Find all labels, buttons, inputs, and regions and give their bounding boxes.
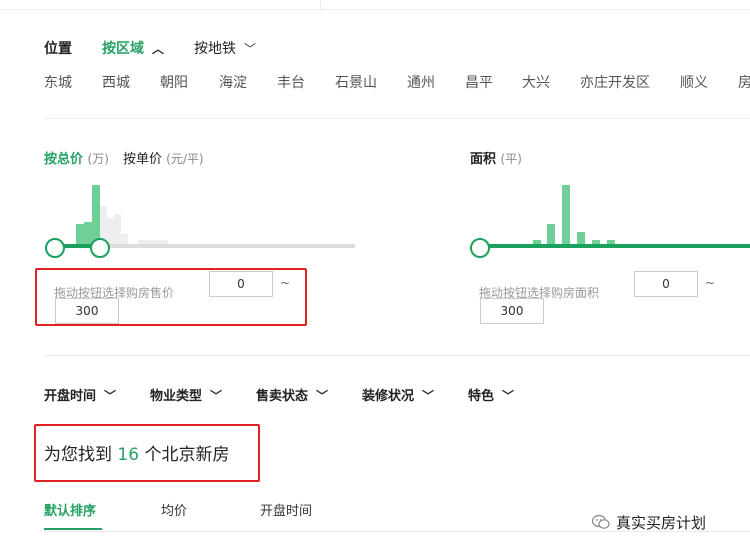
area-max-input[interactable]: 300 (480, 298, 544, 324)
district-item[interactable]: 石景山 (335, 72, 377, 92)
chevron-up-icon: ︿ (152, 42, 165, 56)
histogram-bar (562, 185, 570, 246)
tab-unit-price[interactable]: 按单价 (元/平) (123, 148, 204, 167)
histogram-bar (92, 185, 100, 246)
district-item[interactable]: 通州 (407, 72, 435, 92)
tab-unit-price-unit: (元/平) (166, 152, 204, 166)
district-item[interactable]: 亦庄开发区 (580, 72, 650, 92)
tab-by-area-label: 按区域 (102, 41, 144, 57)
tab-unit-price-label: 按单价 (123, 152, 163, 167)
chevron-down-icon: ﹀ (502, 389, 515, 403)
tab-total-price-label: 按总价 (44, 152, 84, 167)
chevron-down-icon: ﹀ (210, 389, 223, 403)
top-divider (0, 9, 750, 10)
area-title-unit: (平) (500, 152, 522, 166)
filter-label: 售卖状态 (256, 389, 309, 404)
price-slider-min-handle[interactable] (45, 238, 65, 258)
area-slider-range[interactable] (480, 244, 750, 248)
top-vertical-divider (320, 0, 321, 9)
chevron-down-icon: ﹀ (422, 389, 435, 403)
divider (44, 355, 750, 356)
watermark-text: 真实买房计划 (616, 514, 707, 532)
tab-by-subway[interactable]: 按地铁 ﹀ (194, 38, 256, 58)
district-item[interactable]: 昌平 (465, 72, 493, 92)
area-slider-min-handle[interactable] (470, 238, 490, 258)
chevron-down-icon: ﹀ (316, 389, 329, 403)
filter-sale-status[interactable]: 售卖状态 ﹀ (256, 385, 328, 404)
district-item[interactable]: 房 (738, 72, 750, 92)
histogram-bar (547, 224, 555, 246)
district-item[interactable]: 顺义 (680, 72, 708, 92)
tab-total-price[interactable]: 按总价 (万) (44, 148, 109, 167)
location-title: 位置 (44, 41, 72, 57)
chevron-down-icon: ﹀ (104, 389, 117, 403)
area-title-label: 面积 (470, 152, 497, 167)
area-range-tilde: ~ (705, 276, 716, 290)
district-item[interactable]: 朝阳 (160, 72, 188, 92)
price-highlight-box (35, 268, 307, 326)
price-slider-max-handle[interactable] (90, 238, 110, 258)
divider (44, 118, 750, 119)
filter-label: 物业类型 (150, 389, 203, 404)
district-list: 东城 西城 朝阳 海淀 丰台 石景山 通州 昌平 大兴 亦庄开发区 顺义 房 (44, 72, 750, 92)
filter-features[interactable]: 特色 ﹀ (468, 385, 514, 404)
tab-by-subway-label: 按地铁 (194, 41, 236, 57)
chevron-down-icon: ﹀ (244, 42, 257, 56)
district-item[interactable]: 西城 (102, 72, 130, 92)
tab-total-price-unit: (万) (87, 152, 109, 166)
filter-property-type[interactable]: 物业类型 ﹀ (150, 385, 222, 404)
sort-active-underline (44, 528, 102, 530)
tab-by-area[interactable]: 按区域 ︿ (102, 38, 164, 58)
filter-label: 装修状况 (362, 389, 415, 404)
watermark: 真实买房计划 (591, 512, 707, 534)
district-item[interactable]: 东城 (44, 72, 72, 92)
district-item[interactable]: 大兴 (522, 72, 550, 92)
sort-avg-price[interactable]: 均价 (161, 500, 187, 519)
sort-default[interactable]: 默认排序 (44, 500, 96, 519)
filter-label: 特色 (468, 389, 495, 404)
result-highlight-box (34, 424, 260, 482)
filter-label: 开盘时间 (44, 389, 97, 404)
area-title: 面积 (平) (470, 148, 522, 167)
sort-open-time[interactable]: 开盘时间 (260, 500, 312, 519)
histogram-bar (76, 224, 84, 246)
filter-open-time[interactable]: 开盘时间 ﹀ (44, 385, 116, 404)
district-item[interactable]: 海淀 (219, 72, 247, 92)
histogram-bar (114, 214, 121, 246)
district-item[interactable]: 丰台 (277, 72, 305, 92)
area-min-input[interactable]: 0 (634, 271, 698, 297)
filter-decoration[interactable]: 装修状况 ﹀ (362, 385, 434, 404)
wechat-icon (591, 514, 610, 534)
